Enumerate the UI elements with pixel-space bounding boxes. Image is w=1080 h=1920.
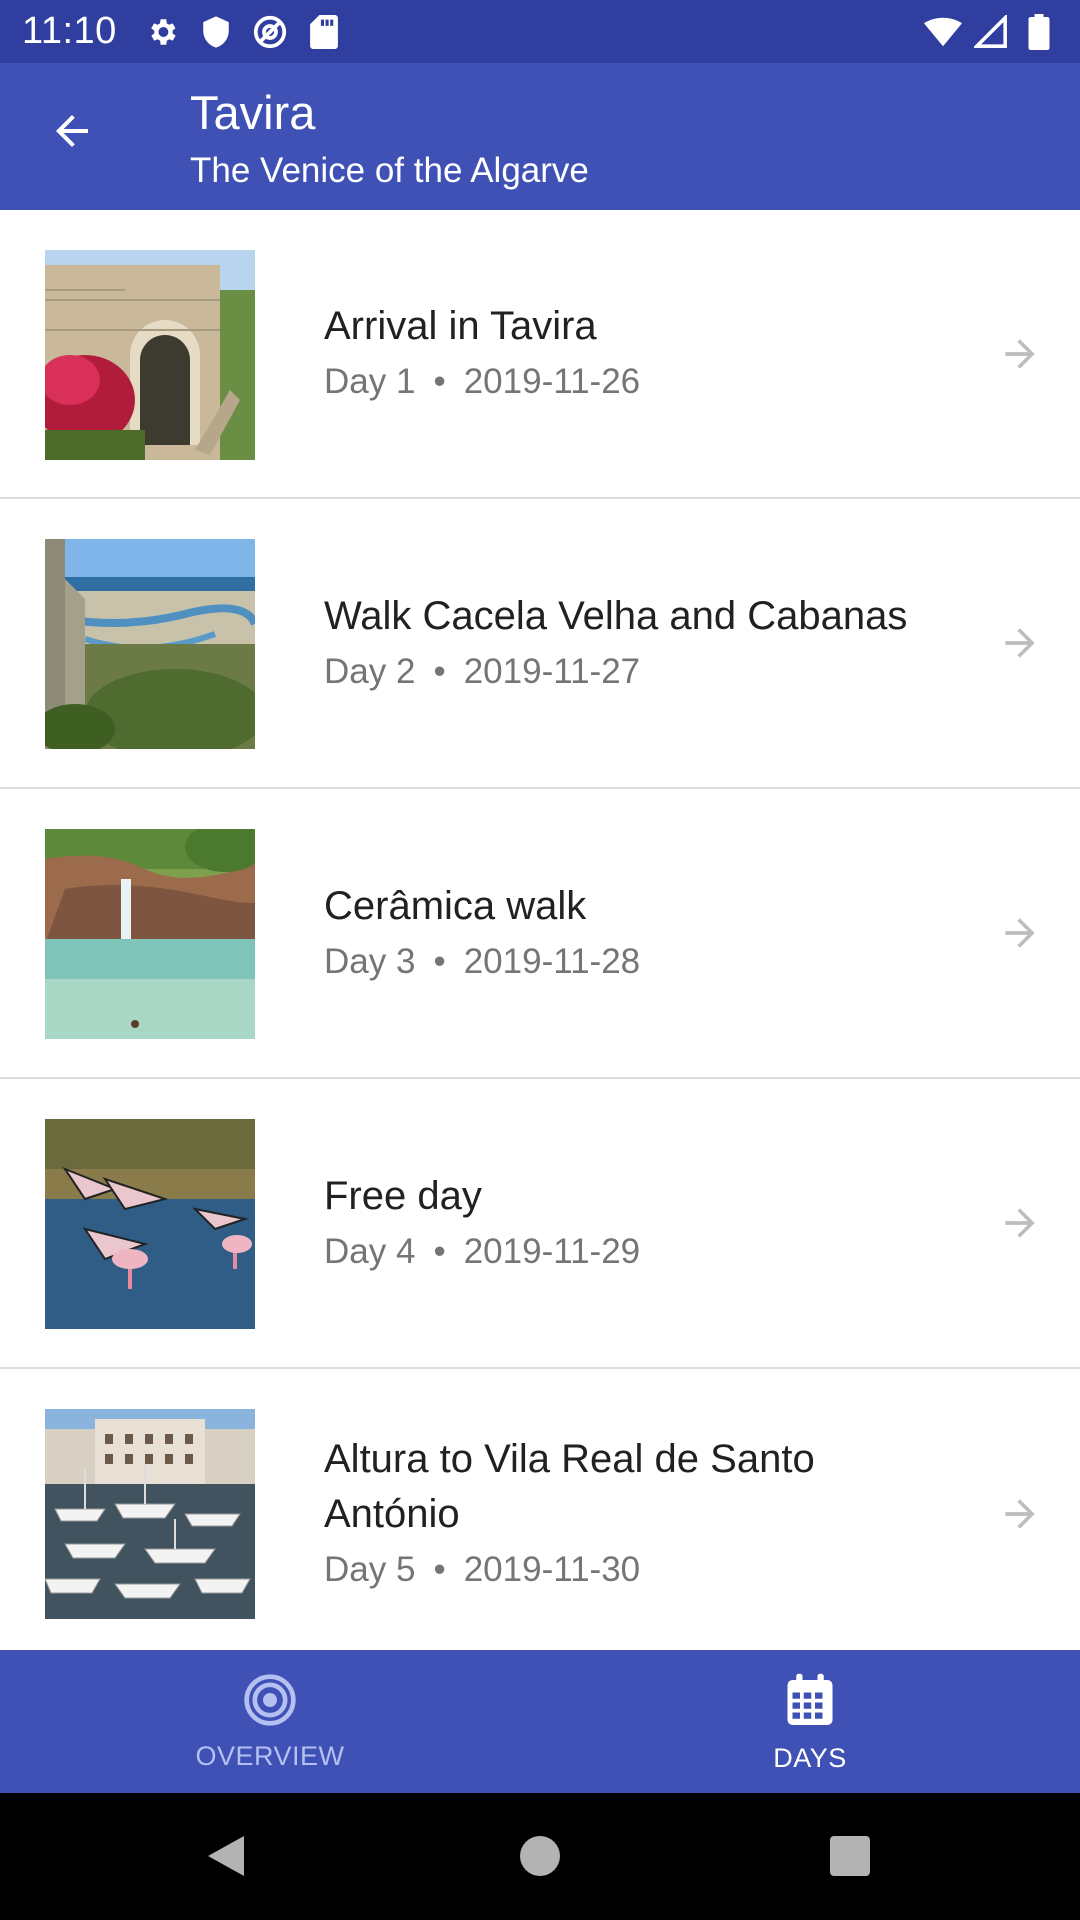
day-title: Cerâmica walk: [324, 883, 587, 928]
waterfall-photo: [45, 829, 255, 1039]
day-title: Walk Cacela Velha and Cabanas: [324, 593, 908, 638]
flamingo-photo: [45, 1119, 255, 1329]
arrow-left-icon: [48, 107, 96, 160]
coast-photo: [45, 539, 255, 749]
list-item[interactable]: Arrival in Tavira Day 1 • 2019-11-26: [0, 210, 1080, 499]
day-number: Day 1: [324, 362, 416, 401]
row-text: Cerâmica walk Day 3 • 2019-11-28: [324, 789, 940, 1077]
day-number: Day 4: [324, 1231, 416, 1271]
day-title: Free day: [324, 1173, 482, 1218]
day-list: Arrival in Tavira Day 1 • 2019-11-26 Wal…: [0, 210, 1080, 1659]
at-icon: [251, 13, 289, 51]
status-bar: 11:10: [0, 0, 1080, 63]
day-subtitle: Day 5 • 2019-11-30: [324, 1544, 940, 1596]
home-circle-icon[interactable]: [510, 1826, 570, 1886]
separator-dot: •: [433, 651, 446, 691]
list-item[interactable]: Cerâmica walk Day 3 • 2019-11-28: [0, 789, 1080, 1079]
status-icons-left: [143, 13, 343, 51]
target-icon: [242, 1672, 298, 1733]
back-triangle-icon[interactable]: [196, 1826, 256, 1886]
recents-square-icon[interactable]: [820, 1826, 880, 1886]
settings-icon: [143, 13, 181, 51]
harbour-photo: [45, 1409, 255, 1619]
status-time: 11:10: [22, 10, 117, 52]
battery-icon: [1020, 13, 1058, 51]
day-number: Day 5: [324, 1550, 416, 1589]
page-title: Tavira: [190, 86, 316, 139]
gate-photo: [45, 250, 255, 460]
arrow-right-icon: [996, 909, 1044, 957]
separator-dot: •: [433, 1231, 446, 1271]
separator-dot: •: [433, 362, 446, 401]
day-date: 2019-11-30: [463, 1550, 641, 1589]
day-subtitle: Day 3 • 2019-11-28: [324, 936, 940, 988]
day-title: Arrival in Tavira: [324, 304, 597, 348]
nav-days[interactable]: DAYS: [540, 1650, 1080, 1793]
signal-icon: [972, 13, 1010, 51]
screen: 11:10 Tavira The Venice of the Algarve A…: [0, 0, 1080, 1920]
arrow-right-icon: [996, 1490, 1044, 1538]
wifi-icon: [924, 13, 962, 51]
row-text: Free day Day 4 • 2019-11-29: [324, 1079, 940, 1367]
day-date: 2019-11-28: [463, 941, 641, 981]
back-button[interactable]: [30, 91, 114, 175]
day-subtitle: Day 4 • 2019-11-29: [324, 1226, 940, 1278]
arrow-right-icon: [996, 1199, 1044, 1247]
day-subtitle: Day 1 • 2019-11-26: [324, 356, 940, 408]
day-subtitle: Day 2 • 2019-11-27: [324, 646, 940, 698]
status-icons-right: [924, 13, 1058, 51]
day-number: Day 3: [324, 941, 416, 981]
row-text: Arrival in Tavira Day 1 • 2019-11-26: [324, 210, 940, 497]
nav-overview[interactable]: OVERVIEW: [0, 1650, 540, 1793]
page-subtitle: The Venice of the Algarve: [190, 151, 589, 190]
sd-card-icon: [305, 13, 343, 51]
day-date: 2019-11-26: [463, 362, 641, 401]
row-text: Altura to Vila Real de Santo António Day…: [324, 1369, 940, 1659]
nav-days-label: DAYS: [773, 1742, 847, 1773]
list-item[interactable]: Free day Day 4 • 2019-11-29: [0, 1079, 1080, 1369]
day-number: Day 2: [324, 651, 416, 691]
list-item[interactable]: Altura to Vila Real de Santo António Day…: [0, 1369, 1080, 1659]
day-date: 2019-11-29: [463, 1231, 641, 1271]
app-bar: Tavira The Venice of the Algarve: [0, 63, 1080, 210]
shield-icon: [197, 13, 235, 51]
day-title: Altura to Vila Real de Santo António: [324, 1437, 815, 1536]
calendar-icon: [780, 1670, 840, 1735]
row-text: Walk Cacela Velha and Cabanas Day 2 • 2019…: [324, 499, 940, 787]
nav-overview-label: OVERVIEW: [195, 1740, 345, 1771]
separator-dot: •: [433, 941, 446, 981]
arrow-right-icon: [996, 330, 1044, 378]
list-item[interactable]: Walk Cacela Velha and Cabanas Day 2 • 2019…: [0, 499, 1080, 789]
bottom-nav: OVERVIEW DAYS: [0, 1650, 1080, 1793]
separator-dot: •: [433, 1550, 446, 1589]
system-nav-bar: [0, 1793, 1080, 1920]
arrow-right-icon: [996, 619, 1044, 667]
day-date: 2019-11-27: [463, 651, 641, 691]
